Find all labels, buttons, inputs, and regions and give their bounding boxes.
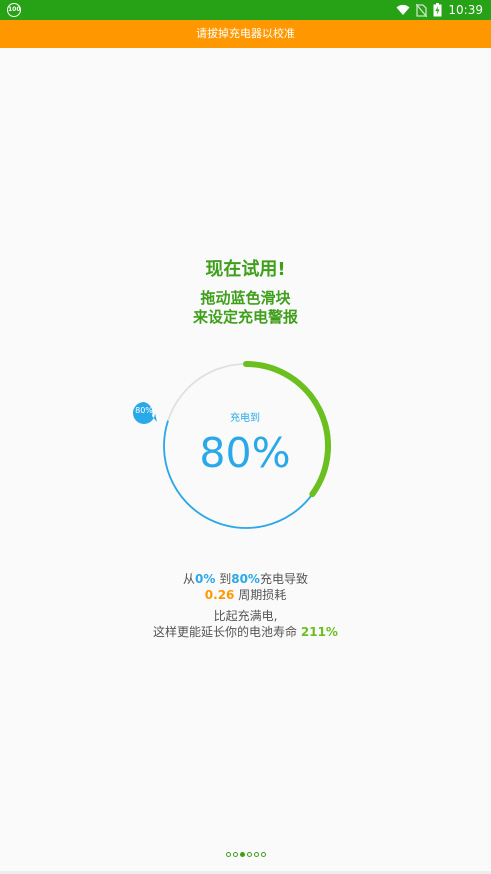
cycle-wear-text: 0.26 周期损耗 — [204, 588, 287, 602]
status-icons: 10:39 — [396, 2, 483, 18]
clock-time: 10:39 — [448, 3, 483, 17]
life-extension-value: 211% — [300, 625, 338, 639]
slider-handle-label: 80% — [135, 406, 153, 415]
instruction-line-2: 来设定充电警报 — [192, 308, 298, 326]
gauge-label: 充电到 — [230, 413, 260, 424]
instruction-text: 拖动蓝色滑块 来设定充电警报 — [0, 289, 491, 327]
page-dot[interactable] — [225, 852, 231, 857]
page-dot[interactable] — [260, 852, 266, 857]
to-percent: 80% — [231, 572, 260, 586]
status-bar: 100 10:39 — [0, 0, 491, 20]
no-sim-icon — [416, 3, 428, 17]
page-indicator — [0, 852, 491, 857]
cycle-value: 0.26 — [204, 588, 235, 602]
page-dot[interactable] — [246, 852, 252, 857]
wifi-icon — [396, 4, 410, 15]
from-percent: 0% — [195, 572, 216, 586]
battery-level-badge-icon: 100 — [7, 3, 21, 17]
unplug-charger-banner: 请拔掉充电器以校准 — [0, 20, 491, 48]
page-title: 现在试用! — [205, 259, 286, 280]
battery-life-text: 这样更能延长你的电池寿命 211% — [153, 625, 338, 639]
charge-range-text: 从0% 到80%充电导致 — [183, 572, 308, 586]
instruction-line-1: 拖动蓝色滑块 — [200, 289, 291, 307]
gauge-value: 80% — [199, 429, 291, 477]
page-dot[interactable] — [253, 852, 259, 857]
page-dot[interactable] — [232, 852, 238, 857]
page-dot[interactable] — [239, 852, 245, 857]
battery-charging-icon — [433, 3, 442, 17]
compare-text: 比起充满电, — [213, 609, 278, 623]
